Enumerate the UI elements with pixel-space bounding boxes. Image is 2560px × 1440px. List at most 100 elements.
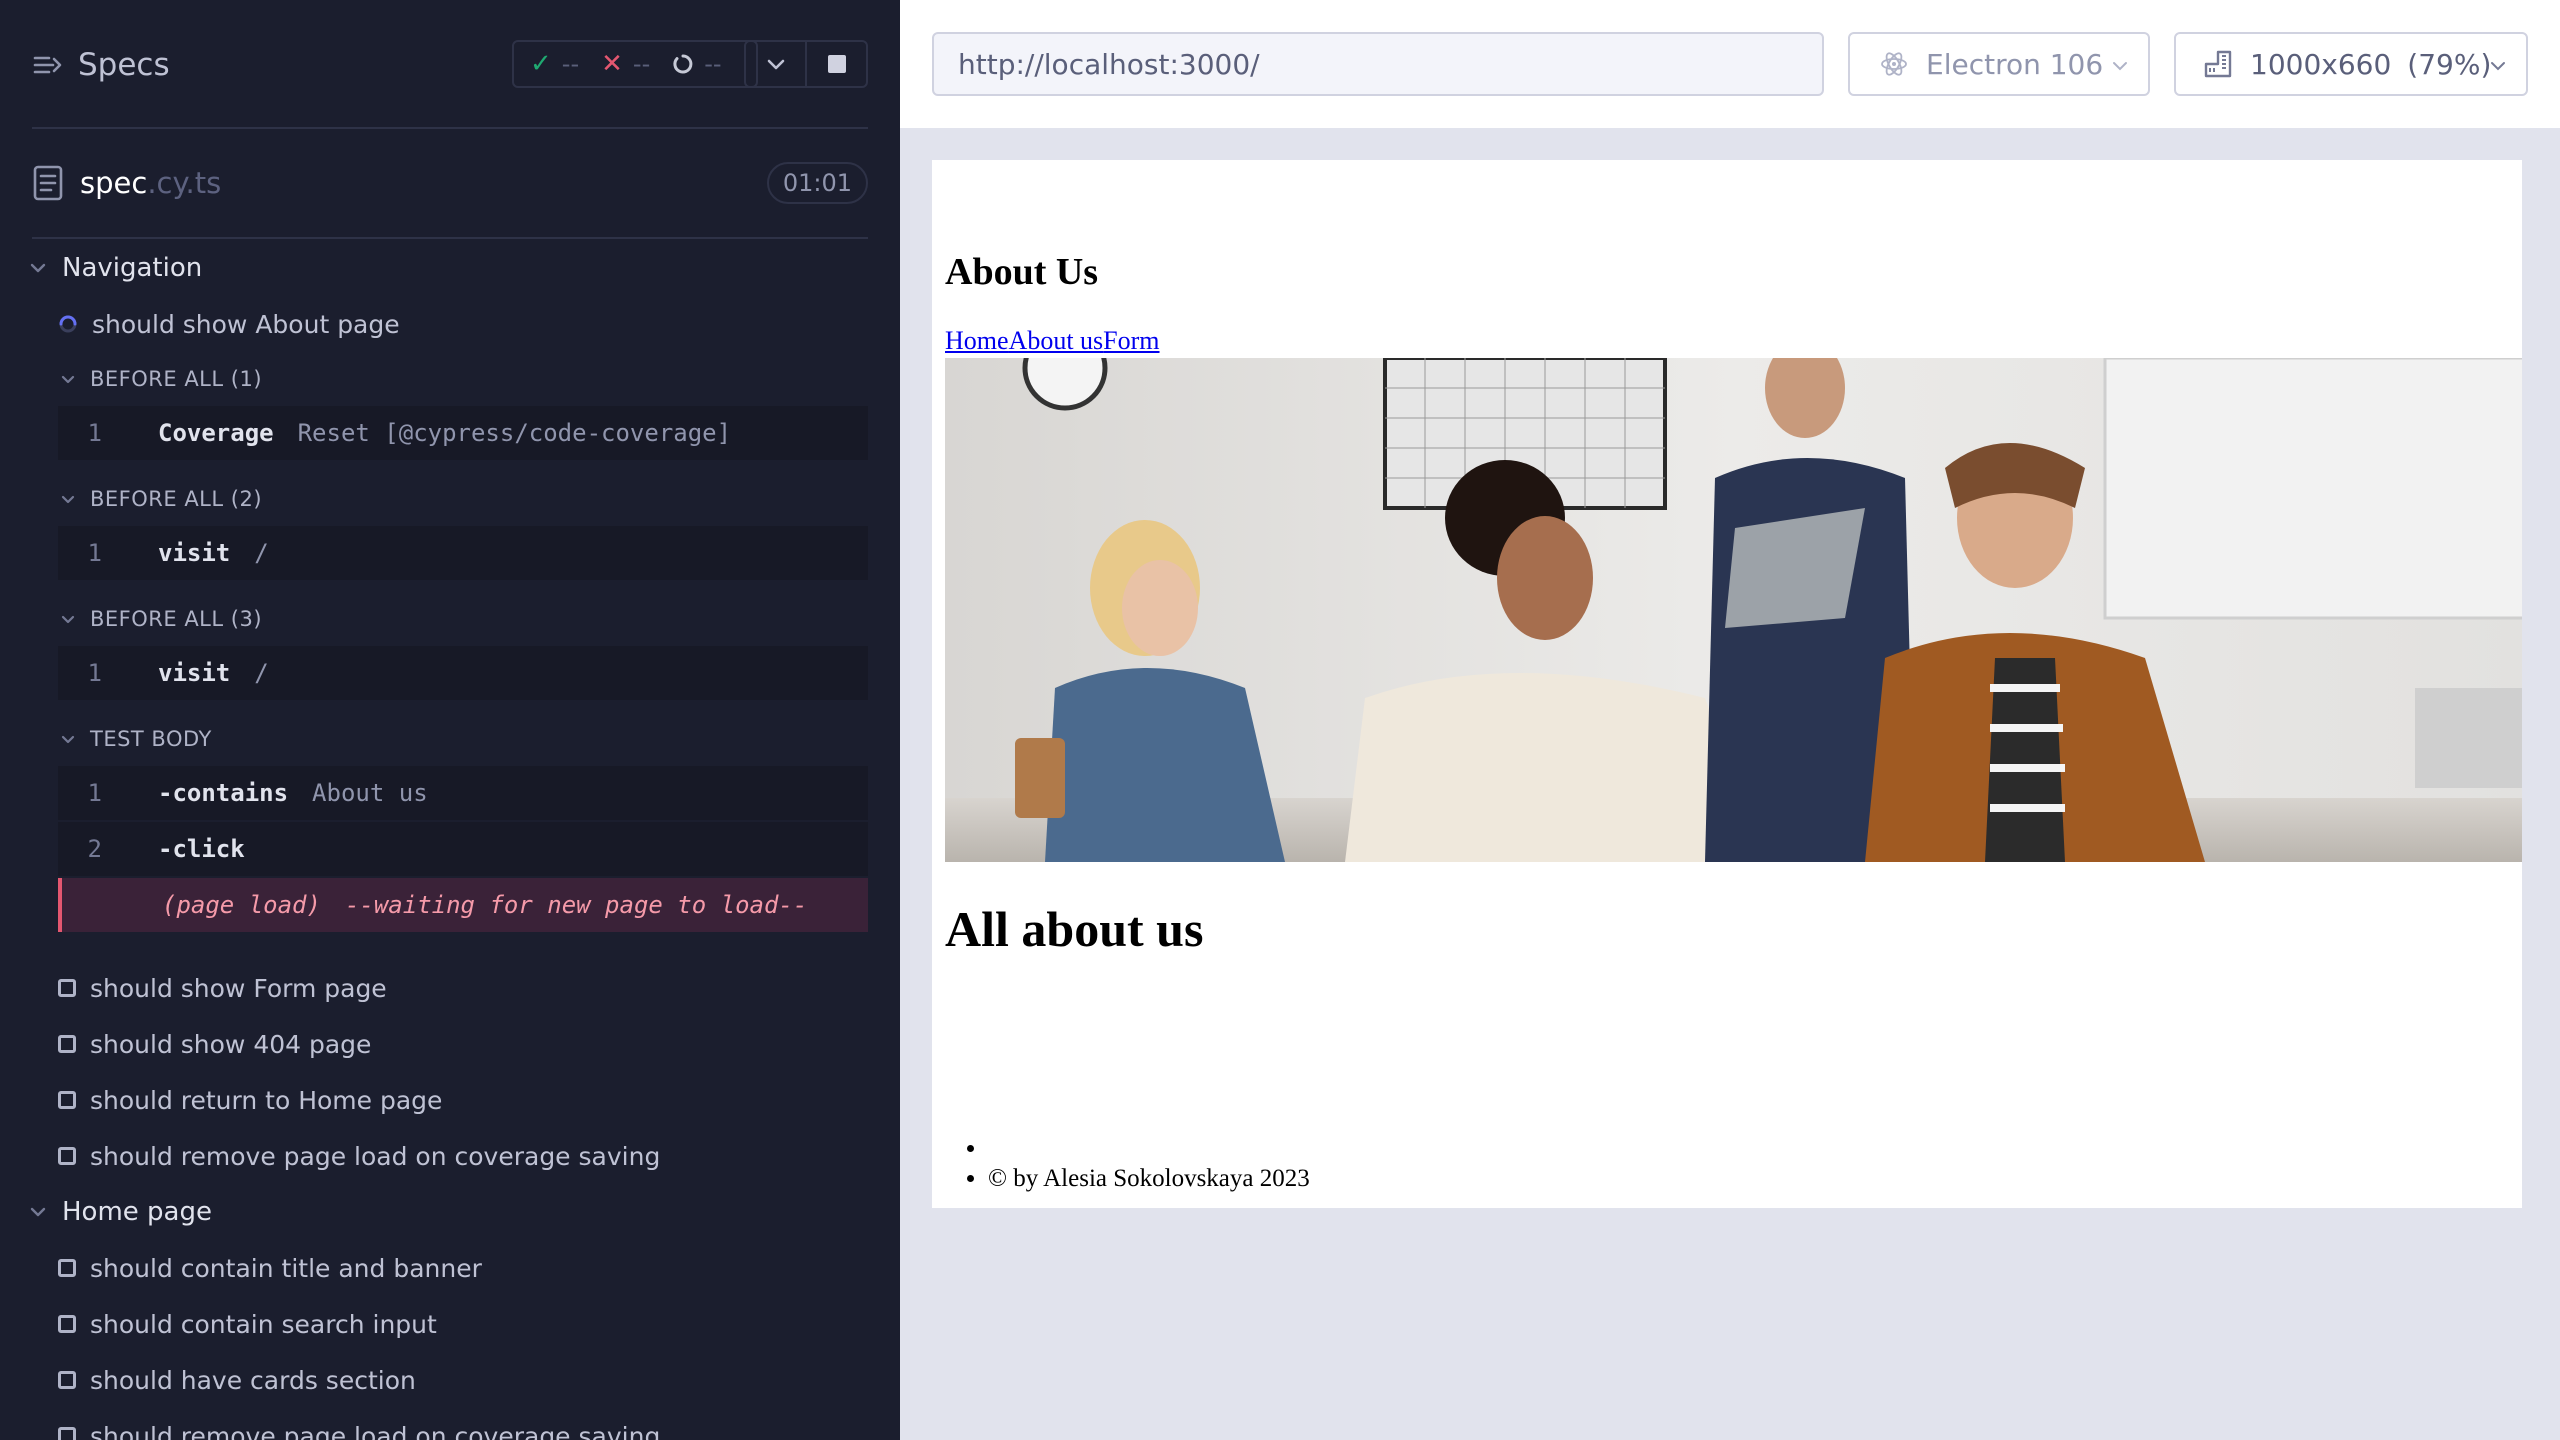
browser-label: Electron 106 [1926, 47, 2104, 81]
spec-duration: 01:01 [766, 162, 868, 204]
failed-count: -- [632, 50, 651, 78]
command-number: 1 [87, 419, 102, 447]
check-icon: ✓ [530, 49, 552, 79]
test-pending[interactable]: should remove page load on coverage savi… [0, 1128, 900, 1184]
chevron-down-icon [61, 735, 75, 744]
stop-icon [827, 55, 846, 73]
test-pending[interactable]: should contain title and banner [0, 1240, 900, 1296]
pending-circle-icon [673, 54, 693, 74]
document-icon [33, 165, 63, 201]
page-heading: About Us [945, 251, 1099, 293]
suite-title: Home page [62, 1197, 212, 1227]
x-icon: ✕ [601, 49, 623, 79]
header-divider [32, 127, 868, 129]
test-title: should show 404 page [90, 1029, 372, 1059]
spec-extension: .cy.ts [147, 166, 222, 200]
pending-box-icon [58, 1259, 76, 1277]
spec-file-row: spec .cy.ts 01:01 [32, 152, 868, 214]
command-name: -contains [158, 779, 289, 807]
test-pending[interactable]: should remove page load on coverage savi… [0, 1408, 900, 1440]
command-row[interactable]: 1 -contains About us [58, 766, 868, 820]
preview-panel: http://localhost:3000/ Electron 106 1000… [900, 0, 2560, 1440]
page-load-message: --waiting for new page to load-- [344, 891, 808, 919]
command-row[interactable]: 1 Coverage Reset [@cypress/code-coverage… [58, 406, 868, 460]
command-message: / [254, 539, 269, 567]
page-load-label: (page load) [162, 891, 321, 919]
chevron-down-icon [2491, 62, 2505, 71]
test-pending[interactable]: should show 404 page [0, 1016, 900, 1072]
viewport-size: 1000x660 [2250, 47, 2392, 81]
test-pending[interactable]: should return to Home page [0, 1072, 900, 1128]
specs-menu-icon[interactable] [32, 49, 64, 81]
spinner-icon [59, 315, 77, 333]
reporter-panel: Specs ✓ -- ✕ -- -- spec .cy.ts 01:01 Naviga… [0, 0, 900, 1440]
nav-link-form[interactable]: Form [1103, 326, 1159, 355]
app-under-test-frame: About Us HomeAbout usForm All about us •… [932, 160, 2522, 1208]
hook-title: TEST BODY [90, 727, 212, 751]
command-row[interactable]: 1 visit / [58, 646, 868, 700]
viewport-selector[interactable]: 1000x660 (79%) [2174, 32, 2528, 96]
chevron-down-icon [61, 615, 75, 624]
command-row[interactable]: 2 -click [58, 822, 868, 876]
command-name: visit [158, 539, 231, 567]
test-tree: Navigation should show About page BEFORE… [0, 240, 900, 1440]
spec-name: spec [80, 166, 148, 200]
command-number: 1 [87, 659, 102, 687]
test-pending[interactable]: should have cards section [0, 1352, 900, 1408]
viewport-zoom: (79%) [2407, 47, 2492, 81]
failed-stat: ✕ -- [601, 49, 650, 79]
test-title: should return to Home page [90, 1085, 443, 1115]
hook-title: BEFORE ALL (2) [90, 487, 263, 511]
hook-before-all-2[interactable]: BEFORE ALL (2) [0, 472, 900, 526]
pending-box-icon [58, 1371, 76, 1389]
command-message: Reset [@cypress/code-coverage] [297, 419, 732, 447]
pending-stat: -- [672, 50, 722, 78]
chevron-down-icon [767, 59, 784, 70]
browser-selector[interactable]: Electron 106 [1848, 32, 2150, 96]
pending-box-icon [58, 979, 76, 997]
footer-copyright: © by Alesia Sokolovskaya 2023 [988, 1165, 1310, 1195]
suite-navigation[interactable]: Navigation [0, 240, 900, 296]
command-row[interactable]: 1 visit / [58, 526, 868, 580]
pending-count: -- [704, 50, 722, 78]
electron-icon [1881, 52, 1907, 76]
pending-box-icon [58, 1427, 76, 1440]
collapse-all-button[interactable] [746, 42, 805, 86]
nav-link-about[interactable]: About us [1009, 326, 1104, 355]
test-running[interactable]: should show About page [0, 296, 900, 352]
passed-count: -- [561, 50, 580, 78]
command-number: 1 [87, 779, 102, 807]
command-name: visit [158, 659, 231, 687]
page-load-row[interactable]: (page load) --waiting for new page to lo… [58, 878, 868, 932]
app-nav: HomeAbout usForm [945, 326, 1160, 356]
hook-test-body[interactable]: TEST BODY [0, 712, 900, 766]
spec-divider [32, 237, 868, 239]
page-subheading: All about us [945, 901, 1204, 957]
chevron-down-icon [61, 375, 75, 384]
hook-before-all-3[interactable]: BEFORE ALL (3) [0, 592, 900, 646]
hook-before-all-1[interactable]: BEFORE ALL (1) [0, 352, 900, 406]
stop-button[interactable] [805, 42, 866, 86]
test-title: should have cards section [90, 1365, 416, 1395]
run-controls [744, 40, 868, 88]
chevron-down-icon [61, 495, 75, 504]
test-title: should remove page load on coverage savi… [90, 1141, 661, 1171]
specs-title[interactable]: Specs [78, 47, 170, 83]
footer-item [988, 1135, 1310, 1165]
footer-list: © by Alesia Sokolovskaya 2023 [988, 1135, 1310, 1195]
passed-stat: ✓ -- [530, 49, 579, 79]
test-title: should show Form page [90, 973, 387, 1003]
suite-home-page[interactable]: Home page [0, 1184, 900, 1240]
test-pending[interactable]: should contain search input [0, 1296, 900, 1352]
url-bar[interactable]: http://localhost:3000/ [932, 32, 1824, 96]
command-number: 2 [87, 835, 102, 863]
command-message: / [254, 659, 269, 687]
nav-link-home[interactable]: Home [945, 326, 1009, 355]
chevron-down-icon [30, 1207, 46, 1217]
chevron-down-icon [2113, 62, 2127, 71]
test-pending[interactable]: should show Form page [0, 960, 900, 1016]
pending-box-icon [58, 1091, 76, 1109]
pending-box-icon [58, 1315, 76, 1333]
chevron-down-icon [30, 263, 46, 273]
pending-box-icon [58, 1147, 76, 1165]
